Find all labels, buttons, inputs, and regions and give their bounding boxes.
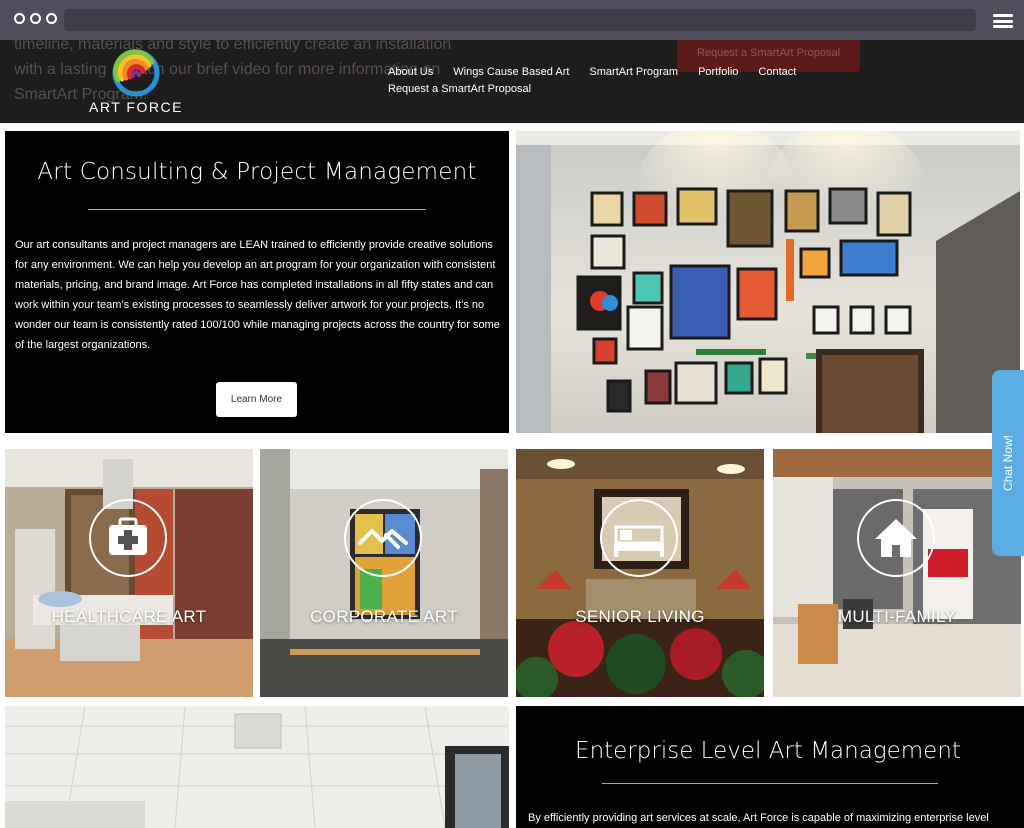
divider: [88, 209, 426, 210]
tile-label: MULTI-FAMILY: [837, 607, 957, 626]
nav-wings-cause-based-art[interactable]: Wings Cause Based Art: [453, 66, 569, 78]
site-header: timeline, materials and style to efficie…: [0, 40, 1024, 123]
chat-label: Chat Now!: [1001, 434, 1015, 492]
nav-portfolio[interactable]: Portfolio: [698, 66, 738, 78]
rainbow-logo-icon: [112, 49, 160, 97]
window-dot-icon[interactable]: [46, 13, 57, 24]
nav-smartart-program[interactable]: SmartArt Program: [589, 66, 678, 78]
multi-family-tile[interactable]: MULTI-FAMILY: [773, 449, 1021, 697]
corporate-art-tile[interactable]: CORPORATE ART: [260, 449, 508, 697]
main-nav: About Us Wings Cause Based Art SmartArt …: [388, 66, 816, 95]
gallery-wall-image: [516, 131, 1020, 433]
window-dot-icon[interactable]: [30, 13, 41, 24]
section-title: Enterprise Level Art Management: [575, 738, 961, 764]
house-icon: [857, 499, 935, 577]
tile-label: HEALTHCARE ART: [51, 607, 207, 626]
art-force-logo[interactable]: ART FORCE: [86, 48, 186, 118]
tile-label: CORPORATE ART: [310, 607, 458, 626]
nav-about-us[interactable]: About Us: [388, 66, 433, 78]
chat-now-tab[interactable]: Chat Now!: [992, 370, 1024, 556]
tile-label: SENIOR LIVING: [575, 607, 705, 626]
section-title: Art Consulting & Project Management: [37, 159, 477, 185]
bed-icon: [600, 499, 678, 577]
section-body: By efficiently providing art services at…: [528, 812, 989, 824]
consulting-section: Art Consulting & Project Management Our …: [5, 131, 509, 433]
medical-kit-icon: [89, 499, 167, 577]
section-body: Our art consultants and project managers…: [15, 239, 500, 351]
office-ceiling-image: [5, 706, 509, 828]
nav-request-proposal[interactable]: Request a SmartArt Proposal: [388, 83, 531, 95]
nav-contact[interactable]: Contact: [758, 66, 796, 78]
window-dot-icon[interactable]: [14, 13, 25, 24]
address-bar[interactable]: [64, 9, 976, 31]
page: timeline, materials and style to efficie…: [0, 0, 1024, 828]
senior-living-tile[interactable]: SENIOR LIVING: [516, 449, 764, 697]
window-controls: [14, 13, 57, 24]
menu-icon[interactable]: [993, 14, 1013, 28]
logo-wordmark: ART FORCE: [89, 99, 183, 115]
browser-chrome: [0, 0, 1024, 40]
enterprise-section: Enterprise Level Art Management By effic…: [516, 706, 1024, 828]
divider: [602, 783, 938, 784]
learn-more-button[interactable]: Learn More: [216, 382, 297, 417]
healthcare-art-tile[interactable]: HEALTHCARE ART: [5, 449, 253, 697]
handshake-icon: [344, 499, 422, 577]
